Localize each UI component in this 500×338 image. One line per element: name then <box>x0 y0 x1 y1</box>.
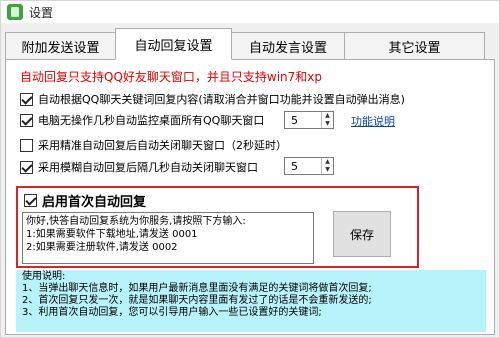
option-idle-monitor[interactable]: 电脑无操作几秒自动监控桌面所有QQ聊天窗口 <box>20 112 264 128</box>
help-line: 1、当弹出聊天信息时，如果用户最新消息里面没有满足的关键词将做首次回复; <box>22 283 372 294</box>
settings-window: 设置 附加发送设置 自动回复设置 自动发言设置 其它设置 自动回复只支持QQ好友… <box>0 0 500 338</box>
tab-attach-send[interactable]: 附加发送设置 <box>5 32 116 60</box>
checkbox-idle-monitor[interactable] <box>20 113 33 127</box>
feature-help-link[interactable]: 功能说明 <box>351 113 395 129</box>
checkbox-exact-close[interactable] <box>20 138 33 152</box>
tab-strip: 附加发送设置 自动回复设置 自动发言设置 其它设置 <box>5 28 495 60</box>
spin-down-icon[interactable]: ▼ <box>322 120 333 128</box>
first-reply-line: 2:如果需要注册软件,请发送 0002 <box>26 242 178 253</box>
idle-seconds-value: 5 <box>291 113 298 127</box>
tab-other[interactable]: 其它设置 <box>344 32 485 60</box>
option-keyword-reply-label: 自动根据QQ聊天关键词回复内容(请取消合并窗口功能并设置自动弹出消息) <box>38 93 405 106</box>
fuzzy-seconds-stepper[interactable]: 5 ▲ ▼ <box>284 157 334 175</box>
option-idle-monitor-label: 电脑无操作几秒自动监控桌面所有QQ聊天窗口 <box>38 114 265 127</box>
usage-help: 使用说明: 1、当弹出聊天信息时，如果用户最新消息里面没有满足的关键词将做首次回… <box>16 270 486 332</box>
checkbox-fuzzy-close[interactable] <box>20 160 33 174</box>
support-notice: 自动回复只支持QQ好友聊天窗口，并且只支持win7和xp <box>20 70 322 84</box>
option-keyword-reply[interactable]: 自动根据QQ聊天关键词回复内容(请取消合并窗口功能并设置自动弹出消息) <box>20 91 405 107</box>
tab-auto-reply[interactable]: 自动回复设置 <box>115 28 232 60</box>
window-title: 设置 <box>29 5 54 20</box>
checkbox-first-reply[interactable] <box>24 194 37 207</box>
first-reply-group: 启用首次自动回复 你好,快答自动回复系统为你服务,请按照下方输入: 1:如果需要… <box>16 186 419 268</box>
first-reply-line: 你好,快答自动回复系统为你服务,请按照下方输入: <box>26 216 246 227</box>
tab-auto-speak[interactable]: 自动发言设置 <box>231 32 345 60</box>
spin-down-icon[interactable]: ▼ <box>322 166 333 174</box>
first-reply-toggle[interactable]: 启用首次自动回复 <box>24 191 146 210</box>
help-line: 使用说明: <box>22 271 66 282</box>
help-line: 3、利用首次自动回复，您可以引导用户输入一些已设置好的关键词; <box>22 307 322 318</box>
spin-up-icon[interactable]: ▲ <box>322 158 333 166</box>
first-reply-text[interactable]: 你好,快答自动回复系统为你服务,请按照下方输入: 1:如果需要软件下载地址,请发… <box>22 212 314 264</box>
option-fuzzy-close[interactable]: 采用模糊自动回复后隔几秒自动关闭聊天窗口 <box>20 159 258 175</box>
spin-up-icon[interactable]: ▲ <box>322 112 333 120</box>
first-reply-line: 1:如果需要软件下载地址,请发送 0001 <box>26 229 198 240</box>
title-bar: 设置 <box>1 1 499 23</box>
first-reply-label: 启用首次自动回复 <box>42 195 147 210</box>
option-exact-close[interactable]: 采用精准自动回复后自动关闭聊天窗口（2秒延时） <box>20 137 287 153</box>
save-button[interactable]: 保存 <box>333 211 391 257</box>
auto-reply-panel: 自动回复只支持QQ好友聊天窗口，并且只支持win7和xp 自动根据QQ聊天关键词… <box>5 59 495 335</box>
checkbox-keyword-reply[interactable] <box>20 92 33 106</box>
option-fuzzy-close-label: 采用模糊自动回复后隔几秒自动关闭聊天窗口 <box>38 161 258 174</box>
fuzzy-seconds-value: 5 <box>291 159 298 173</box>
option-exact-close-label: 采用精准自动回复后自动关闭聊天窗口（2秒延时） <box>38 139 287 152</box>
help-line: 2、首次回复只发一次，就是如果聊天内容里面有发过了的话是不会重新发送的; <box>22 295 372 306</box>
idle-seconds-stepper[interactable]: 5 ▲ ▼ <box>284 111 334 129</box>
app-icon <box>7 4 23 20</box>
